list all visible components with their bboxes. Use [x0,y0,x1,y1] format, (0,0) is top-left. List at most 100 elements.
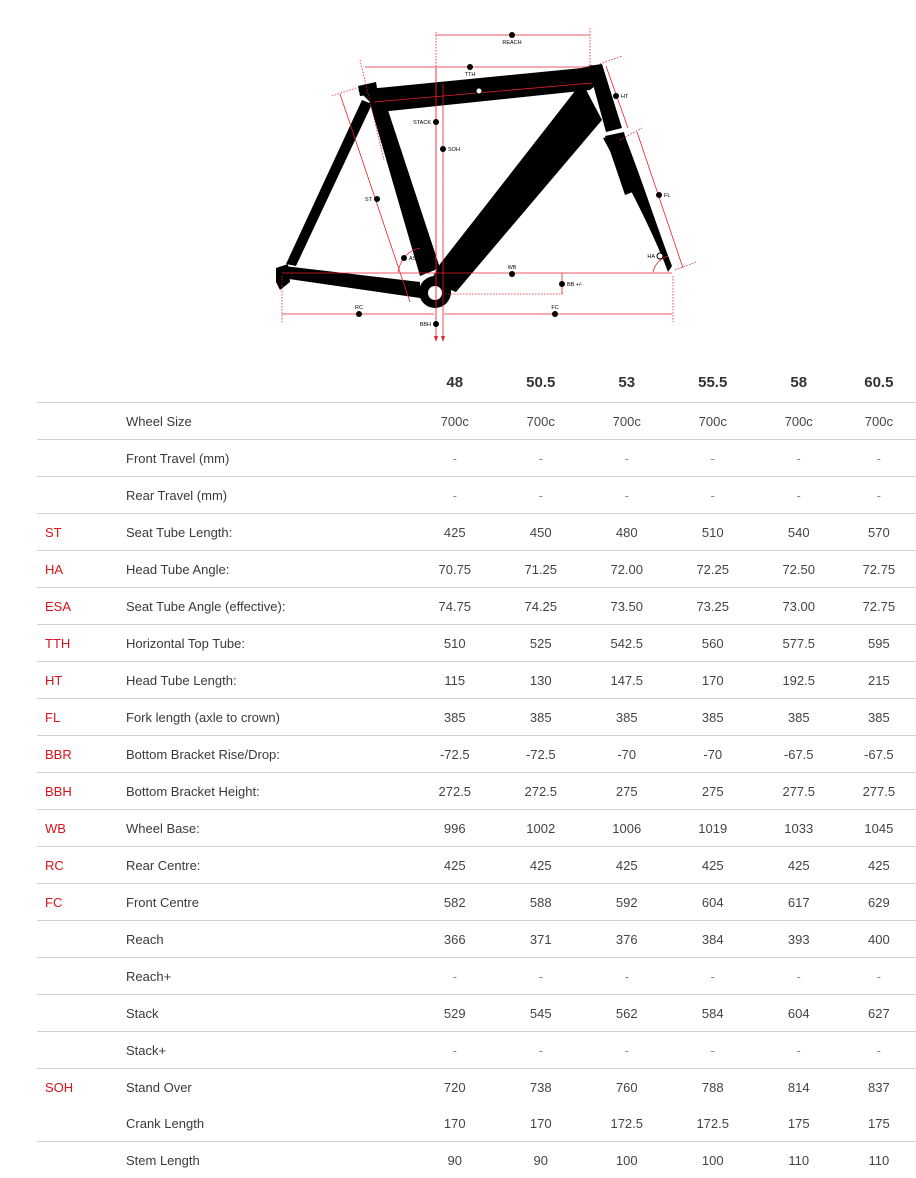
row-value: 588 [498,884,584,921]
row-value: 1006 [584,810,670,847]
row-value: 425 [412,847,498,884]
row-value: 425 [756,847,842,884]
ht-label: HT [621,94,629,100]
row-value: 425 [842,847,916,884]
row-label: Fork length (axle to crown) [126,699,412,736]
reach-marker-icon [509,32,515,38]
table-row: Reach+------ [37,958,916,995]
table-row: Reach366371376384393400 [37,921,916,958]
row-code [37,477,126,514]
ha-marker-icon [657,253,663,259]
row-value: 480 [584,514,670,551]
row-value: 814 [756,1069,842,1106]
table-row: BBRBottom Bracket Rise/Drop:-72.5-72.5-7… [37,736,916,773]
row-value: 582 [412,884,498,921]
row-label: Front Centre [126,884,412,921]
row-value: 570 [842,514,916,551]
row-value: 73.25 [670,588,756,625]
row-value: 385 [412,699,498,736]
row-value: 560 [670,625,756,662]
row-value: 1033 [756,810,842,847]
row-value: 277.5 [756,773,842,810]
row-value: 788 [670,1069,756,1106]
row-value: 604 [670,884,756,921]
row-label: Wheel Base: [126,810,412,847]
bb-drop-label: BB +/- [567,282,583,288]
soh-label: SOH [448,147,460,153]
geometry-table: 48 50.5 53 55.5 58 60.5 Wheel Size700c70… [37,362,916,1178]
asa-label: ASA [409,256,420,262]
row-value: - [498,477,584,514]
row-label: Stand Over [126,1069,412,1106]
row-value: 529 [412,995,498,1032]
row-value: 393 [756,921,842,958]
row-value: 738 [498,1069,584,1106]
row-value: 1019 [670,810,756,847]
size-header: 50.5 [498,362,584,403]
table-row: Front Travel (mm)------ [37,440,916,477]
row-code: RC [37,847,126,884]
row-label: Stem Length [126,1142,412,1178]
size-header: 53 [584,362,670,403]
row-value: -70 [584,736,670,773]
row-value: 385 [670,699,756,736]
row-value: 147.5 [584,662,670,699]
row-value: 74.75 [412,588,498,625]
row-value: 192.5 [756,662,842,699]
row-value: - [584,1032,670,1069]
row-value: - [842,477,916,514]
fl-label: FL [664,193,670,199]
row-value: - [756,477,842,514]
row-value: 90 [498,1142,584,1178]
row-value: 385 [498,699,584,736]
row-value: 215 [842,662,916,699]
row-value: 371 [498,921,584,958]
row-value: 1002 [498,810,584,847]
row-value: 175 [842,1105,916,1142]
size-header-row: 48 50.5 53 55.5 58 60.5 [37,362,916,403]
rc-label: RC [355,305,363,311]
row-value: - [412,1032,498,1069]
row-value: - [670,477,756,514]
row-value: - [756,1032,842,1069]
row-code: WB [37,810,126,847]
row-label: Rear Centre: [126,847,412,884]
soh-marker-icon [440,146,446,152]
table-row: BBHBottom Bracket Height:272.5272.527527… [37,773,916,810]
table-row: FLFork length (axle to crown)38538538538… [37,699,916,736]
row-value: -72.5 [498,736,584,773]
row-value: 385 [842,699,916,736]
row-value: 110 [756,1142,842,1178]
row-value: 170 [412,1105,498,1142]
table-row: STSeat Tube Length:425450480510540570 [37,514,916,551]
row-label: Seat Tube Length: [126,514,412,551]
row-value: 74.25 [498,588,584,625]
row-code [37,1105,126,1142]
row-code [37,440,126,477]
row-label: Bottom Bracket Height: [126,773,412,810]
row-value: 384 [670,921,756,958]
row-value: 72.75 [842,588,916,625]
row-value: 275 [584,773,670,810]
row-code: SOH [37,1069,126,1106]
row-value: 617 [756,884,842,921]
row-value: -72.5 [412,736,498,773]
table-row: Stem Length9090100100110110 [37,1142,916,1178]
ht-marker-icon [613,93,619,99]
table-row: Stack529545562584604627 [37,995,916,1032]
row-value: 130 [498,662,584,699]
row-value: 100 [584,1142,670,1178]
bbh-marker-icon [433,321,439,327]
row-code: BBH [37,773,126,810]
row-code: BBR [37,736,126,773]
row-value: - [756,958,842,995]
row-value: 175 [756,1105,842,1142]
size-header: 48 [412,362,498,403]
row-value: 272.5 [412,773,498,810]
row-value: 425 [584,847,670,884]
row-value: 277.5 [842,773,916,810]
row-code: ST [37,514,126,551]
st-marker-icon [374,196,380,202]
table-row: RCRear Centre:425425425425425425 [37,847,916,884]
row-value: 584 [670,995,756,1032]
